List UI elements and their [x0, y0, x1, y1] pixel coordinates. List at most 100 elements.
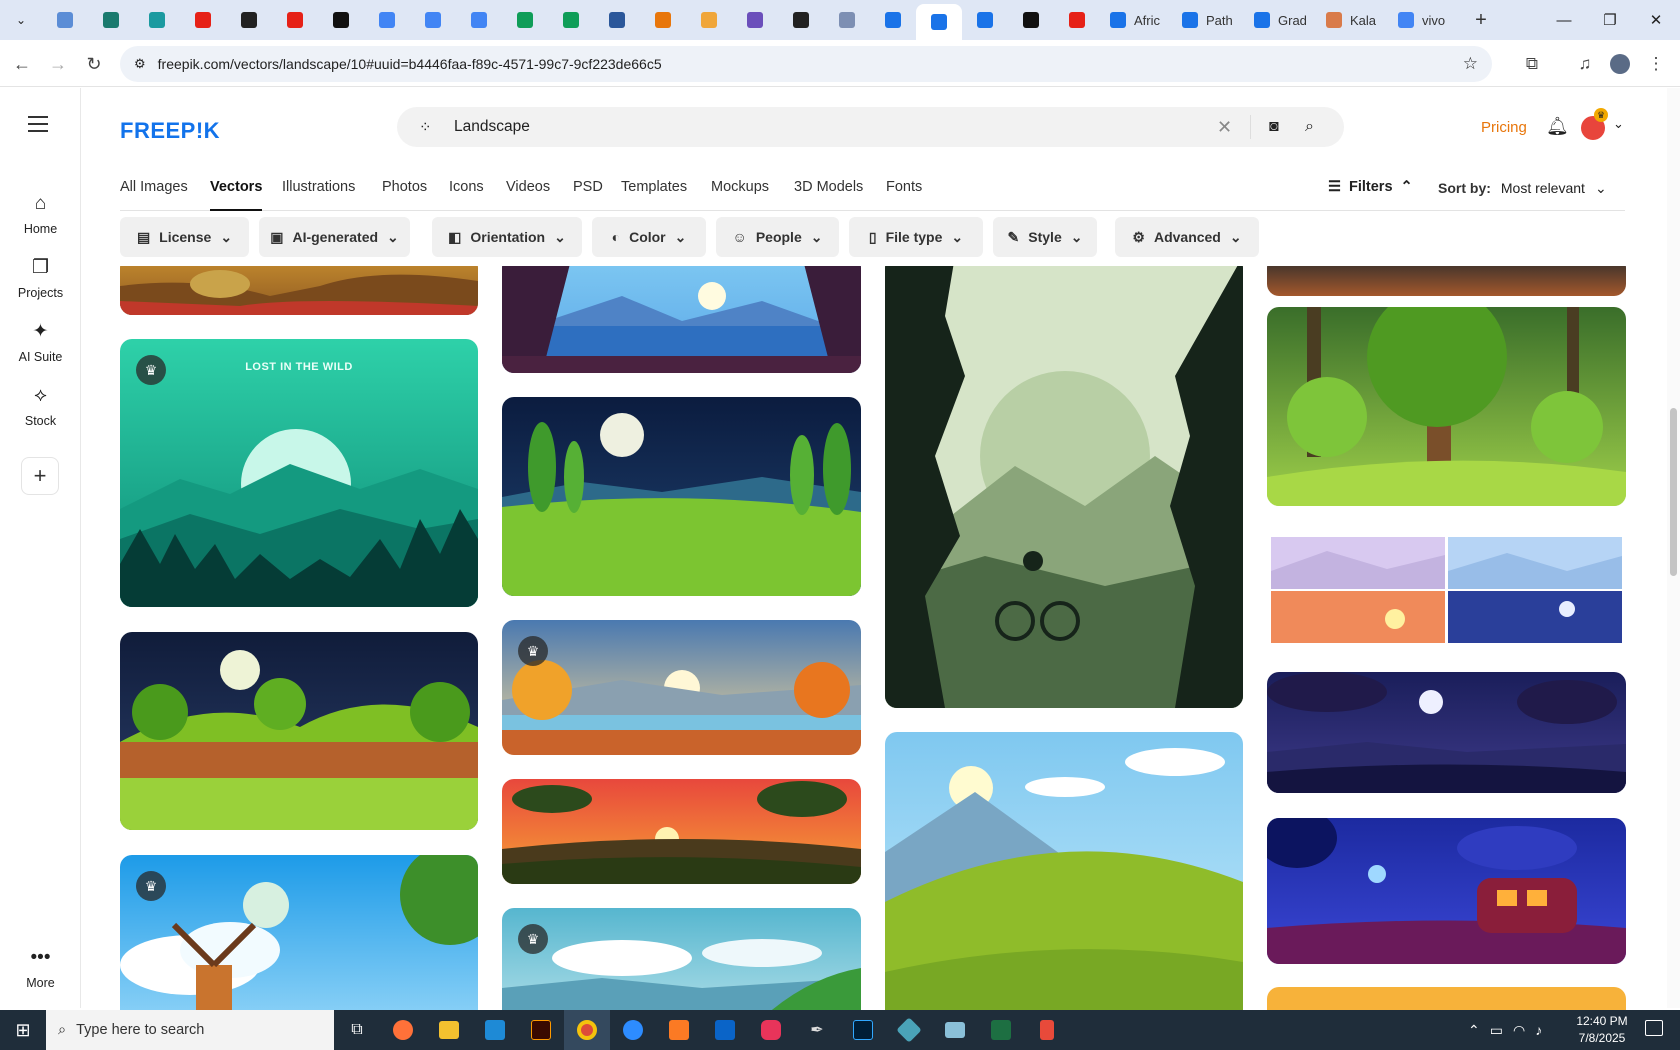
outlook-icon[interactable]	[702, 1010, 748, 1050]
browser-tab[interactable]	[1008, 4, 1054, 36]
app-layers-icon[interactable]	[932, 1010, 978, 1050]
browser-tab[interactable]	[410, 4, 456, 36]
tab-all-images[interactable]: All Images	[120, 179, 188, 195]
pen-tool-icon[interactable]: ✒	[794, 1010, 840, 1050]
illustrator-icon[interactable]	[518, 1010, 564, 1050]
start-button[interactable]: ⊞	[0, 1010, 46, 1050]
landscape-thumbnail[interactable]	[502, 779, 861, 884]
browser-tab[interactable]	[318, 4, 364, 36]
browser-tab[interactable]	[364, 4, 410, 36]
camera-icon[interactable]: ◙	[1269, 118, 1279, 136]
tab-psd[interactable]: PSD	[573, 179, 603, 195]
style-filter-button[interactable]: ✎ Style ⌄	[993, 217, 1097, 257]
browser-tab[interactable]	[824, 4, 870, 36]
browser-tab[interactable]	[134, 4, 180, 36]
chrome-icon[interactable]	[564, 1010, 610, 1050]
browser-tab[interactable]	[916, 4, 962, 40]
browser-tab[interactable]	[180, 4, 226, 36]
app-diamond-icon[interactable]	[886, 1010, 932, 1050]
media-control-icon[interactable]: ♫	[1569, 48, 1601, 80]
landscape-thumbnail[interactable]	[120, 266, 478, 315]
creative-cloud-icon[interactable]	[748, 1010, 794, 1050]
browser-tab[interactable]	[502, 4, 548, 36]
bell-icon[interactable]: 🔔︎	[1546, 116, 1569, 137]
freepik-logo[interactable]: FREEP!K	[120, 118, 220, 144]
close-window-button[interactable]: ✕	[1633, 0, 1679, 40]
landscape-thumbnail[interactable]	[1267, 531, 1626, 648]
browser-tab[interactable]	[226, 4, 272, 36]
xampp-icon[interactable]	[656, 1010, 702, 1050]
app-figure-icon[interactable]	[1024, 1010, 1070, 1050]
tab-mockups[interactable]: Mockups	[711, 179, 769, 195]
search-input[interactable]: Landscape	[454, 118, 530, 136]
browser-tab[interactable]	[548, 4, 594, 36]
browser-tab[interactable]	[778, 4, 824, 36]
search-icon[interactable]: ⌕	[1305, 118, 1314, 136]
landscape-thumbnail[interactable]	[502, 266, 861, 373]
color-filter-button[interactable]: ◐ Color ⌄	[592, 217, 706, 257]
browser-tab[interactable]	[272, 4, 318, 36]
firefox-icon[interactable]	[380, 1010, 426, 1050]
profile-avatar[interactable]	[1604, 48, 1636, 80]
browser-tab[interactable]	[870, 4, 916, 36]
browser-tab[interactable]: vivo	[1388, 4, 1460, 36]
photoshop-icon[interactable]	[840, 1010, 886, 1050]
pricing-link[interactable]: Pricing	[1481, 119, 1527, 136]
browser-tab[interactable]	[1054, 4, 1100, 36]
tab-3d-models[interactable]: 3D Models	[794, 179, 863, 195]
landscape-thumbnail[interactable]: ♛	[502, 908, 861, 1010]
volume-icon[interactable]: ♪	[1535, 1022, 1542, 1038]
landscape-thumbnail[interactable]	[1267, 987, 1626, 1010]
browser-tab[interactable]: Afric	[1100, 4, 1172, 36]
ai-generated-filter-button[interactable]: ▣ AI-generated ⌄	[259, 217, 410, 257]
tab-illustrations[interactable]: Illustrations	[282, 179, 355, 195]
reload-button[interactable]: ↻	[74, 44, 114, 84]
zoom-icon[interactable]	[610, 1010, 656, 1050]
scrollbar-thumb[interactable]	[1670, 408, 1677, 576]
sort-dropdown[interactable]: Sort by: Most relevant ⌄	[1438, 180, 1607, 197]
file-type-filter-button[interactable]: ▯ File type ⌄	[849, 217, 983, 257]
orientation-filter-button[interactable]: ◧ Orientation ⌄	[432, 217, 582, 257]
sidebar-item-ai-suite[interactable]: ✦ AI Suite	[0, 320, 81, 364]
network-icon[interactable]: ▭	[1490, 1022, 1503, 1039]
tab-fonts[interactable]: Fonts	[886, 179, 922, 195]
browser-tab[interactable]	[732, 4, 778, 36]
license-filter-button[interactable]: ▤ License ⌄	[120, 217, 249, 257]
chevron-up-icon[interactable]: ⌃	[1468, 1022, 1480, 1039]
bookmark-star-icon[interactable]: ☆	[1463, 54, 1478, 74]
wifi-icon[interactable]: ◠	[1513, 1022, 1525, 1039]
browser-tab[interactable]: Kala	[1316, 4, 1388, 36]
hamburger-menu-icon[interactable]	[28, 116, 48, 132]
landscape-thumbnail[interactable]: ♛	[120, 855, 478, 1010]
browser-tab[interactable]	[686, 4, 732, 36]
sidebar-item-stock[interactable]: ⟡ Stock	[0, 384, 81, 428]
vscode-icon[interactable]	[472, 1010, 518, 1050]
browser-tab[interactable]	[42, 4, 88, 36]
forward-button[interactable]: →	[38, 44, 78, 84]
sidebar-item-projects[interactable]: ❐ Projects	[0, 256, 81, 300]
clock[interactable]: 12:40 PM 7/8/2025	[1570, 1013, 1634, 1047]
browser-menu-icon[interactable]: ⋮	[1640, 48, 1672, 80]
tab-search-button[interactable]: ⌄	[4, 5, 38, 35]
sidebar-item-home[interactable]: ⌂ Home	[0, 192, 81, 236]
tab-photos[interactable]: Photos	[382, 179, 427, 195]
sidebar-item-more[interactable]: ••• More	[0, 946, 81, 990]
add-button[interactable]: +	[21, 457, 59, 495]
tab-icons[interactable]: Icons	[449, 179, 484, 195]
site-info-icon[interactable]: ⚙	[134, 56, 146, 72]
browser-tab[interactable]: Grad	[1244, 4, 1316, 36]
browser-tab[interactable]	[456, 4, 502, 36]
advanced-filter-button[interactable]: ⚙ Advanced ⌄	[1115, 217, 1259, 257]
browser-tab[interactable]	[88, 4, 134, 36]
browser-tab[interactable]	[962, 4, 1008, 36]
taskbar-search[interactable]: ⌕ Type here to search	[46, 1010, 334, 1050]
tab-templates[interactable]: Templates	[621, 179, 687, 195]
browser-tab[interactable]	[594, 4, 640, 36]
landscape-thumbnail[interactable]	[1267, 307, 1626, 506]
landscape-thumbnail[interactable]: ♛	[502, 620, 861, 755]
task-view-icon[interactable]: ⧉	[334, 1010, 380, 1050]
landscape-thumbnail[interactable]	[885, 266, 1243, 708]
landscape-thumbnail[interactable]	[1267, 818, 1626, 964]
new-tab-button[interactable]: +	[1464, 5, 1498, 35]
file-explorer-icon[interactable]	[426, 1010, 472, 1050]
